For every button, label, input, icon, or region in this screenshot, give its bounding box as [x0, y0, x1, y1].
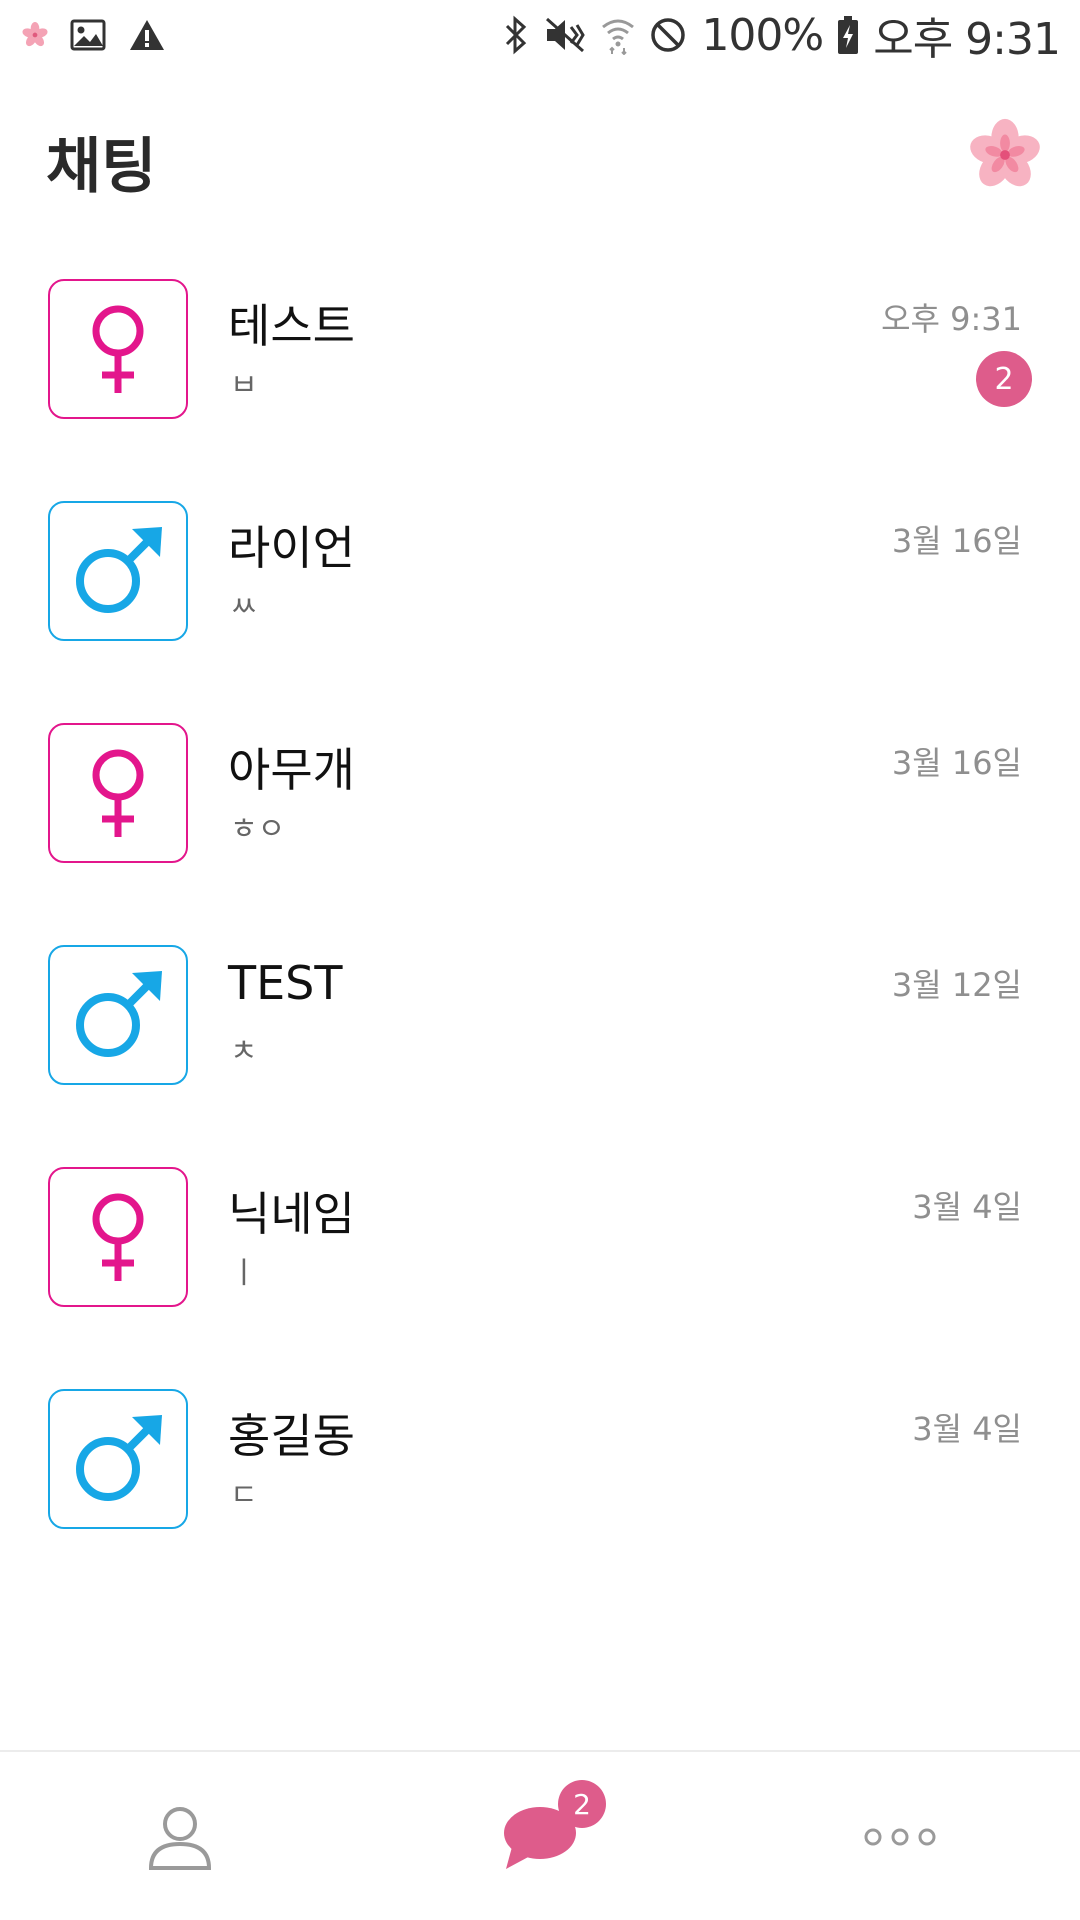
female-symbol-icon: [92, 1193, 144, 1281]
cherry-blossom-icon: [22, 22, 48, 48]
chat-name: TEST: [228, 956, 343, 1010]
male-symbol-icon: [76, 971, 162, 1057]
do-not-disturb-icon: [649, 16, 687, 54]
chat-date: 3월 16일: [891, 744, 1022, 782]
nav-profile-tab[interactable]: [0, 1752, 360, 1920]
warning-icon: [128, 18, 166, 52]
chat-preview: ㅣ: [230, 1256, 258, 1291]
battery-percent: 100%: [701, 9, 824, 61]
chat-preview: ㅂ: [230, 368, 258, 403]
male-symbol-icon: [76, 527, 162, 613]
chat-name: 아무개: [228, 743, 355, 797]
page-title: 채팅: [46, 132, 157, 202]
nav-chat-tab[interactable]: [360, 1752, 720, 1920]
chat-list-item[interactable]: 테스트 ㅂ 오후 9:31 2: [0, 278, 1080, 500]
chat-date: 3월 4일: [912, 1410, 1022, 1448]
avatar: [48, 945, 188, 1085]
status-left-icons: [22, 14, 166, 56]
chat-preview: ㄷ: [230, 1478, 258, 1513]
avatar: [48, 501, 188, 641]
chat-date: 오후 9:31: [881, 300, 1022, 338]
chat-preview: ㅆ: [230, 590, 258, 625]
chat-list-item[interactable]: TEST ㅊ 3월 12일: [0, 944, 1080, 1166]
chat-list: 테스트 ㅂ 오후 9:31 2 라이언 ㅆ 3월 16일 아무개 ㅎㅇ 3월 1…: [0, 278, 1080, 1610]
chat-name: 홍길동: [228, 1409, 355, 1463]
chat-name: 닉네임: [228, 1187, 355, 1241]
bottom-nav: 2: [0, 1750, 1080, 1920]
chat-preview: ㅊ: [230, 1034, 258, 1069]
person-icon: [148, 1807, 212, 1870]
avatar: [48, 1389, 188, 1529]
chat-date: 3월 12일: [891, 966, 1022, 1004]
chat-name: 라이언: [228, 521, 355, 575]
more-dots-icon: [864, 1828, 936, 1846]
image-icon: [70, 19, 106, 51]
chat-list-item[interactable]: 라이언 ㅆ 3월 16일: [0, 500, 1080, 722]
vibrate-mute-icon: [543, 15, 587, 55]
bluetooth-icon: [503, 15, 529, 55]
chat-list-item[interactable]: 아무개 ㅎㅇ 3월 16일: [0, 722, 1080, 944]
chat-date: 3월 4일: [912, 1188, 1022, 1226]
unread-badge: 2: [976, 351, 1032, 407]
chat-list-item[interactable]: 닉네임 ㅣ 3월 4일: [0, 1166, 1080, 1388]
status-right-icons: 100% 오후 9:31: [503, 9, 1061, 65]
status-bar: 100% 오후 9:31: [0, 0, 1080, 70]
chat-screen: 100% 오후 9:31 채팅 테스트 ㅂ 오후 9:31 2 라이언 ㅆ 3월…: [0, 0, 1080, 1920]
avatar: [48, 279, 188, 419]
chat-preview: ㅎㅇ: [230, 812, 286, 847]
status-time: 오후 9:31: [873, 14, 1061, 65]
chat-date: 3월 16일: [891, 522, 1022, 560]
chat-list-item[interactable]: 홍길동 ㄷ 3월 4일: [0, 1388, 1080, 1610]
wifi-icon: [601, 15, 635, 55]
cherry-blossom-icon: [966, 116, 1044, 198]
chat-name: 테스트: [228, 299, 355, 353]
nav-chat-badge: 2: [558, 1780, 606, 1828]
avatar: [48, 723, 188, 863]
female-symbol-icon: [92, 305, 144, 393]
battery-charging-icon: [837, 15, 859, 55]
nav-more-tab[interactable]: [720, 1752, 1080, 1920]
avatar: [48, 1167, 188, 1307]
male-symbol-icon: [76, 1415, 162, 1501]
female-symbol-icon: [92, 749, 144, 837]
